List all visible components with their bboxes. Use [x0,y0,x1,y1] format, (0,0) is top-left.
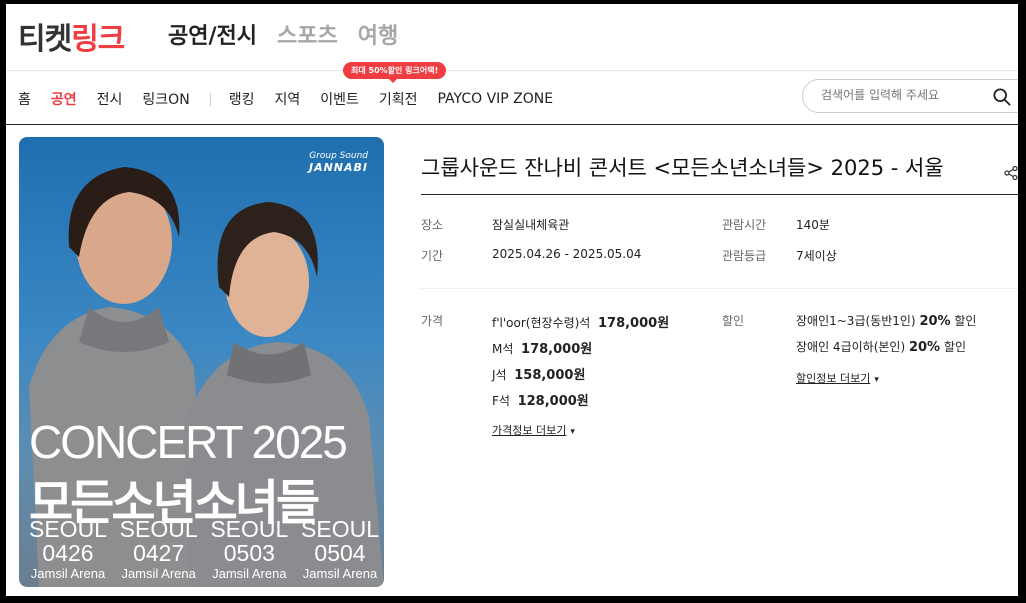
poster-date-item: SEOUL 0504 Jamsil Arena [301,517,379,583]
poster-date-venue: Jamsil Arena [30,566,106,581]
promo-badge[interactable]: 최대 50%할인 링크어택! [343,62,447,83]
poster-date-venue: Jamsil Arena [121,566,196,581]
nav-item-event[interactable]: 이벤트 [320,89,359,109]
share-icon[interactable] [1004,166,1018,180]
poster-date-city: SEOUL [210,516,289,542]
age-value: 7세이상 [796,249,837,263]
price-seat: f'l'oor(현장수령)석 [492,316,591,330]
period-label: 기간 [421,249,444,263]
event-poster: Group Sound JANNABI CONCERT 2025 모든소년소녀들… [19,137,384,587]
nav-item-payco-vip[interactable]: PAYCO VIP ZONE [438,91,554,107]
nav-separator [209,92,211,106]
nav-item-home[interactable]: 홈 [18,89,31,109]
discount-rate: 20% [919,314,951,329]
search-input[interactable] [819,87,983,103]
price-row: F석 128,000원 [492,390,589,409]
period-value: 2025.04.26 - 2025.05.04 [492,247,642,261]
poster-date-item: SEOUL 0503 Jamsil Arena [210,517,288,583]
discount-more-link[interactable]: 할인정보 더보기 [796,370,879,386]
poster-date-city: SEOUL [119,516,198,542]
runtime-label: 관람시간 [722,218,767,232]
poster-brand-name: JANNABI [308,161,368,174]
discount-target: 장애인 4급이하(본인) [796,340,906,354]
poster-date-item: SEOUL 0426 Jamsil Arena [29,517,107,583]
ticketlink-logo[interactable]: 티켓링크 [18,14,125,58]
price-row: J석 158,000원 [492,364,585,383]
price-amount: 178,000원 [521,342,593,357]
discount-suffix: 할인 [943,340,967,354]
price-seat: J석 [492,368,507,382]
price-more-link[interactable]: 가격정보 더보기 [492,422,575,438]
poster-date-venue: Jamsil Arena [302,566,378,581]
content-divider [6,124,1018,125]
poster-date-city: SEOUL [29,516,107,542]
nav-item-ranking[interactable]: 랭킹 [229,89,255,109]
poster-concert-text: CONCERT 2025 [29,416,348,468]
poster-dates: SEOUL 0426 Jamsil Arena SEOUL 0427 Jamsi… [29,517,379,583]
age-label: 관람등급 [722,249,767,263]
discount-row: 장애인 4급이하(본인) 20% 할인 [796,338,966,355]
price-amount: 178,000원 [597,316,670,331]
runtime-value: 140분 [796,218,830,232]
header-divider [6,70,1018,71]
price-row: f'l'oor(현장수령)석 178,000원 [492,312,669,331]
poster-date-day: 0504 [314,540,366,566]
section-divider [421,288,1018,289]
nav-item-special[interactable]: 기획전 [379,89,418,109]
poster-date-city: SEOUL [301,516,379,542]
discount-rate: 20% [908,340,941,355]
poster-date-day: 0427 [133,540,185,566]
nav-item-region[interactable]: 지역 [274,89,300,109]
nav-item-link-on[interactable]: 링크ON [142,89,189,109]
search-icon[interactable] [993,88,1011,106]
nav-item-performance[interactable]: 공연 [51,89,77,109]
discount-label: 할인 [722,314,745,328]
tab-sports[interactable]: 스포츠 [277,18,338,50]
discount-row: 장애인1~3급(동반1인) 20% 할인 [796,312,976,329]
price-seat: F석 [492,394,510,408]
price-amount: 158,000원 [514,368,586,383]
poster-date-day: 0503 [223,540,275,566]
tab-performance-exhibition[interactable]: 공연/전시 [168,18,257,50]
poster-brand: Group Sound JANNABI [309,151,368,173]
tab-travel[interactable]: 여행 [358,18,398,50]
poster-date-day: 0426 [42,540,94,566]
main-nav: 홈 공연 전시 링크ON 랭킹 지역 이벤트 기획전 PAYCO VIP ZON… [18,89,573,109]
event-title: 그룹사운드 잔나비 콘서트 <모든소년소녀들> 2025 - 서울 [421,156,944,180]
price-label: 가격 [421,314,444,328]
price-row: M석 178,000원 [492,338,592,357]
logo-text-part2: 링크 [71,22,125,57]
price-amount: 128,000원 [517,394,589,409]
price-seat: M석 [492,342,514,356]
discount-target: 장애인1~3급(동반1인) [796,314,916,328]
venue-label: 장소 [421,218,444,232]
logo-text-part1: 티켓 [18,22,72,57]
poster-date-item: SEOUL 0427 Jamsil Arena [120,517,198,583]
title-divider [421,194,1018,195]
poster-date-venue: Jamsil Arena [212,566,287,581]
venue-value: 잠실실내체육관 [492,218,570,232]
nav-item-exhibition[interactable]: 전시 [97,89,123,109]
discount-suffix: 할인 [954,314,977,328]
search-box [802,79,1018,113]
poster-brand-top: Group Sound [309,151,368,161]
page-frame: 티켓링크 공연/전시 스포츠 여행 최대 50%할인 링크어택! 홈 공연 전시… [6,4,1018,596]
category-tabs: 공연/전시 스포츠 여행 [168,18,398,50]
